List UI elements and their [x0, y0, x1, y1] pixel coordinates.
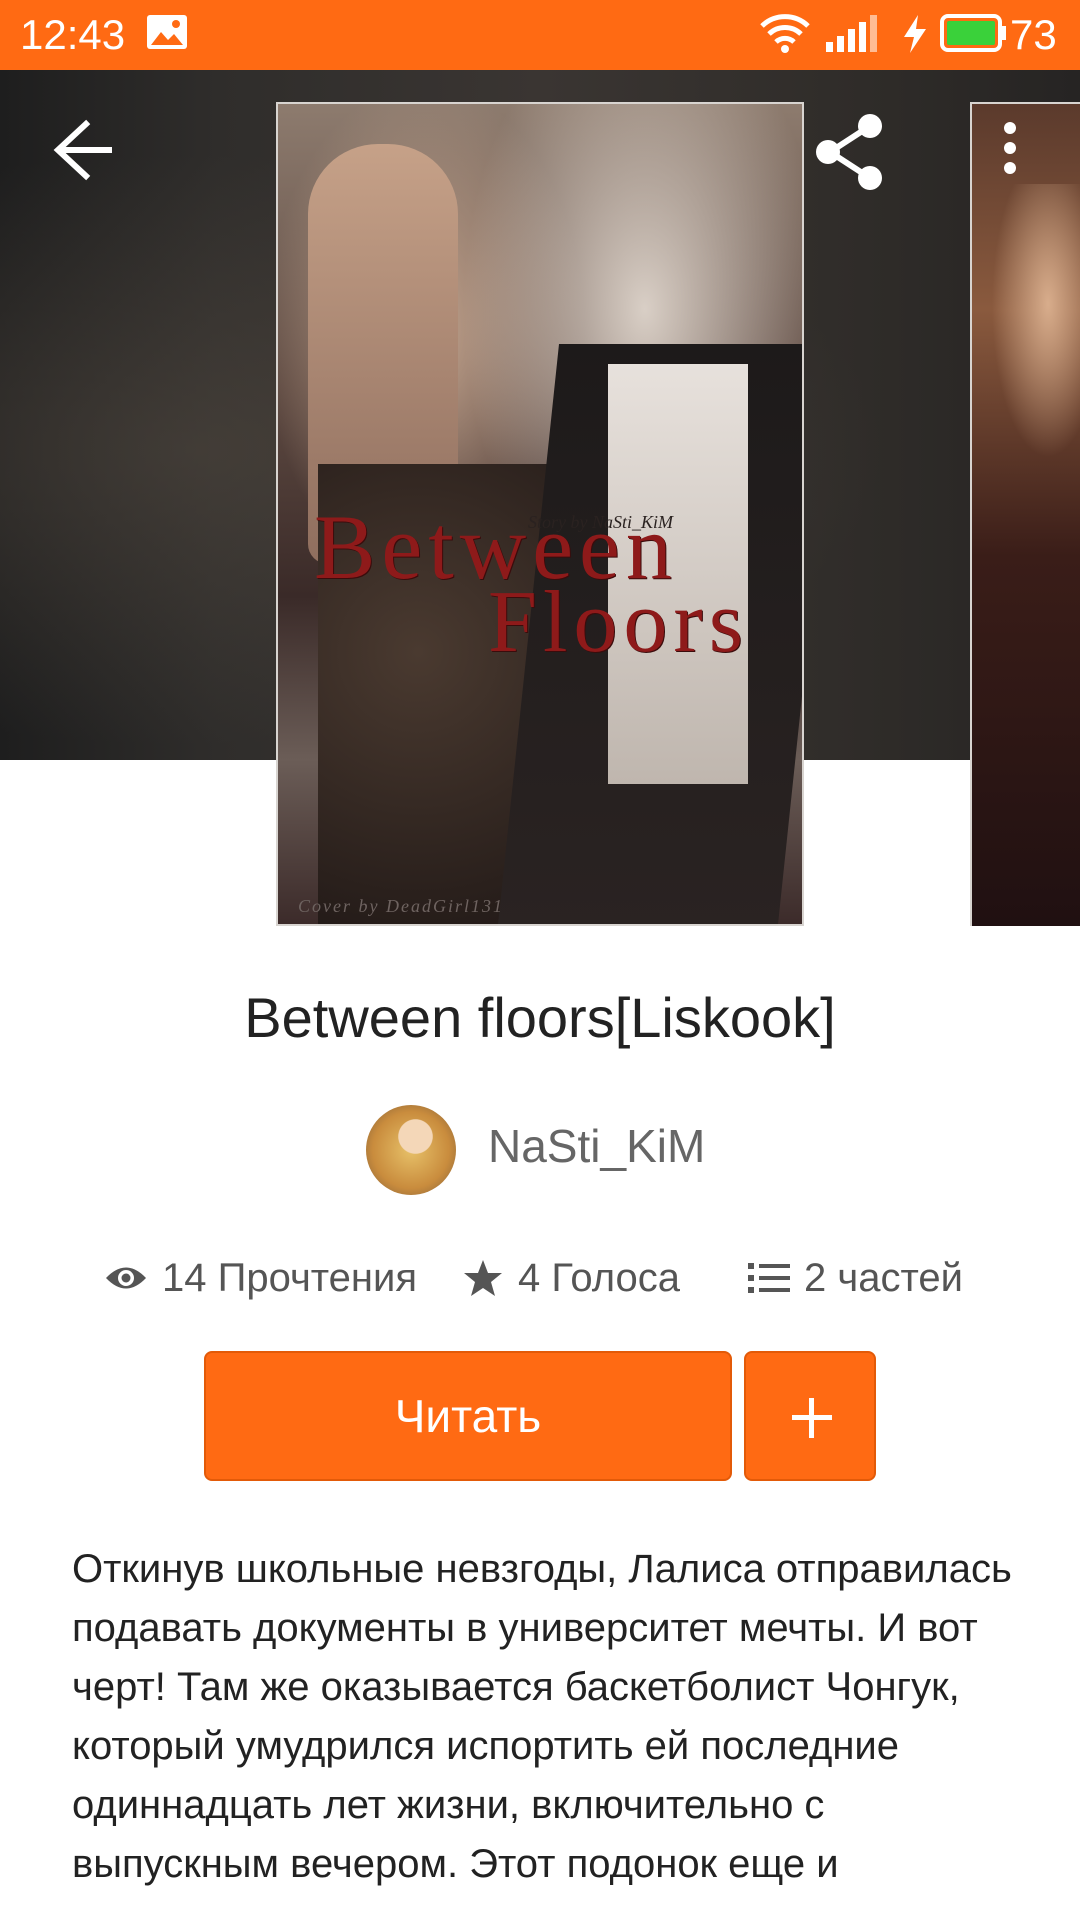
more-vert-icon: [1004, 122, 1016, 174]
status-time: 12:43: [20, 11, 126, 58]
author-avatar[interactable]: [366, 1105, 456, 1195]
story-stats: 14 Прочтения 4 Голоса 2 частей: [0, 1248, 1080, 1308]
star-icon: [464, 1260, 502, 1296]
parts-count: 2 частей: [804, 1255, 963, 1300]
book-cover[interactable]: Story by NaSti_KiM Between Floors Cover …: [276, 102, 804, 926]
reads-stat: 14 Прочтения: [104, 1248, 417, 1308]
read-button[interactable]: Читать: [204, 1351, 732, 1481]
next-book-cover[interactable]: [970, 102, 1080, 926]
votes-stat: 4 Голоса: [462, 1248, 680, 1308]
add-to-library-button[interactable]: [744, 1351, 876, 1481]
signal-icon: [824, 14, 880, 57]
wifi-icon: [760, 12, 810, 59]
share-button[interactable]: [810, 112, 890, 192]
eye-icon: [106, 1267, 146, 1289]
status-bar: 12:43 73: [0, 0, 1080, 70]
parts-stat: 2 частей: [748, 1248, 963, 1308]
back-button[interactable]: [50, 118, 120, 182]
charging-bolt-icon: [902, 14, 928, 59]
plus-icon: [792, 1398, 832, 1438]
share-icon: [816, 114, 882, 190]
author-row[interactable]: NaSti_KiM: [0, 1105, 1080, 1195]
list-icon: [748, 1263, 790, 1293]
reads-count: 14 Прочтения: [162, 1255, 418, 1300]
battery-level: 73: [1010, 11, 1057, 58]
more-options-button[interactable]: [990, 118, 1030, 182]
author-name[interactable]: NaSti_KiM: [488, 1119, 705, 1173]
story-title: Between floors[Liskook]: [244, 986, 836, 1049]
arrow-left-icon: [53, 119, 112, 181]
battery-icon: [940, 13, 1008, 58]
story-description: Откинув школьные невзгоды, Лалиса отправ…: [72, 1547, 1012, 1886]
cover-art-credit: Cover by DeadGirl131: [298, 896, 504, 916]
cover-title-line-2: Floors: [488, 574, 749, 671]
image-notification-icon: [146, 14, 188, 55]
votes-count: 4 Голоса: [518, 1255, 680, 1300]
